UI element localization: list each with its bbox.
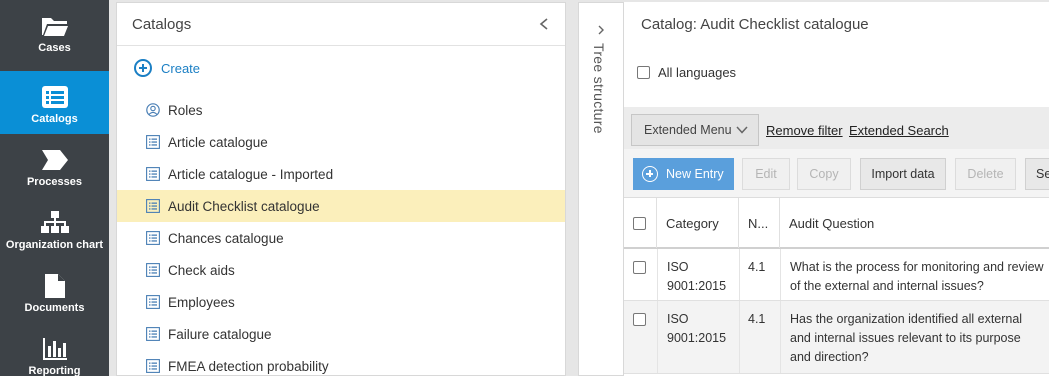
catalog-item-label: Chances catalogue [168,230,284,246]
nav-label-catalogs: Catalogs [31,113,78,125]
chevron-down-icon [736,126,748,134]
catalog-item-label: Article catalogue - Imported [168,166,334,182]
nav-item-organization-chart[interactable]: Organization chart [0,197,109,260]
tree-structure-toggle[interactable]: Tree structure [578,2,624,376]
catalog-item-article-catalogue-imported[interactable]: Article catalogue - Imported [117,158,565,190]
extended-menu-label: Extended Menu [644,123,732,137]
import-data-button[interactable]: Import data [860,158,946,190]
nav-item-reporting[interactable]: Reporting [0,323,109,376]
tree-structure-label: Tree structure [591,43,607,134]
collapse-left-icon[interactable] [538,17,550,31]
column-divider [739,249,740,300]
new-entry-button[interactable]: New Entry [633,158,734,190]
select-all-checkbox[interactable] [633,216,646,230]
catalog-item-chances-catalogue[interactable]: Chances catalogue [117,222,565,254]
column-header-audit-question[interactable]: Audit Question [780,198,1049,248]
cell-number: 4.1 [748,312,766,326]
select-all-header[interactable] [624,198,657,248]
catalog-list-icon [146,231,160,245]
column-divider [780,301,781,373]
row-checkbox[interactable] [633,261,646,274]
cell-audit-question: Has the organization identified all exte… [790,312,1023,364]
list-icon [41,86,68,108]
extended-search-link[interactable]: Extended Search [849,123,949,138]
cell-audit-question: What is the process for monitoring and r… [790,260,1044,293]
column-divider [657,249,658,300]
catalogs-panel: Catalogs Create Roles Article catalogue … [116,2,566,376]
catalog-item-label: Roles [168,102,203,118]
nav-label-reporting: Reporting [28,365,81,376]
nav-label-organization-chart: Organization chart [5,239,104,251]
catalog-item-employees[interactable]: Employees [117,286,565,318]
catalog-item-label: FMEA detection probability [168,358,329,374]
divider [117,45,565,46]
cell-category: ISO 9001:2015 [667,260,727,293]
catalog-list-icon [146,359,160,373]
catalog-item-label: Article catalogue [168,134,268,150]
all-languages-label: All languages [658,65,737,80]
all-languages-checkbox[interactable]: All languages [637,65,736,80]
cell-number: 4.1 [748,260,766,274]
document-icon [44,274,65,298]
nav-item-catalogs[interactable]: Catalogs [0,71,109,134]
org-chart-icon [40,211,69,233]
catalog-item-label: Failure catalogue [168,326,272,342]
catalog-title: Catalog: Audit Checklist catalogue [641,16,869,33]
catalog-item-audit-checklist-catalogue[interactable]: Audit Checklist catalogue [117,190,565,222]
edit-button[interactable]: Edit [742,158,790,190]
column-divider [739,301,740,373]
catalog-item-article-catalogue[interactable]: Article catalogue [117,126,565,158]
catalog-item-label: Audit Checklist catalogue [168,198,320,214]
action-toolbar: New Entry Edit Copy Import data Delete S… [624,149,1049,197]
app-window: Cases Catalogs Processes Organization ch… [0,0,1049,376]
new-entry-label: New Entry [666,167,724,181]
more-actions-button[interactable]: Se [1025,158,1049,190]
table-row[interactable]: ISO 9001:2015 4.1 What is the process fo… [624,249,1049,301]
catalog-item-failure-catalogue[interactable]: Failure catalogue [117,318,565,350]
plus-circle-icon [134,59,152,77]
create-button[interactable]: Create [134,59,200,77]
remove-filter-link[interactable]: Remove filter [766,123,843,138]
catalog-list-icon [146,295,160,309]
catalog-item-check-aids[interactable]: Check aids [117,254,565,286]
catalog-list-icon [146,263,160,277]
main-nav: Cases Catalogs Processes Organization ch… [0,0,109,376]
catalog-item-label: Check aids [168,262,235,278]
copy-button[interactable]: Copy [797,158,851,190]
column-header-category[interactable]: Category [657,198,739,248]
row-checkbox[interactable] [633,313,646,326]
nav-item-processes[interactable]: Processes [0,134,109,197]
extended-menu-dropdown[interactable]: Extended Menu [631,114,759,146]
column-header-number[interactable]: N... [739,198,780,248]
nav-item-documents[interactable]: Documents [0,260,109,323]
expand-right-icon [598,25,604,35]
process-arrow-icon [41,150,68,170]
catalog-item-roles[interactable]: Roles [117,94,565,126]
delete-button[interactable]: Delete [955,158,1016,190]
bar-chart-icon [42,338,67,360]
nav-label-documents: Documents [24,302,85,314]
table-row[interactable]: ISO 9001:2015 4.1 Has the organization i… [624,301,1049,374]
catalog-list-icon [146,327,160,341]
catalog-list-icon [146,167,160,181]
folder-icon [41,18,68,36]
catalog-list-icon [146,135,160,149]
user-circle-icon [146,103,160,117]
create-label: Create [161,60,201,76]
column-divider [780,249,781,300]
nav-label-processes: Processes [26,176,83,188]
checkbox[interactable] [637,66,650,79]
plus-circle-icon [642,166,658,182]
catalog-item-fmea-detection-probability[interactable]: FMEA detection probability [117,350,565,376]
catalog-detail-panel: Catalog: Audit Checklist catalogue All l… [624,2,1049,376]
catalog-item-label: Employees [168,294,235,310]
table-header: Category N... Audit Question [624,197,1049,249]
cell-category: ISO 9001:2015 [667,312,727,345]
column-divider [657,301,658,373]
filter-toolbar: Extended Menu Remove filter Extended Sea… [624,107,1049,149]
nav-item-cases[interactable]: Cases [0,0,109,63]
catalogs-title: Catalogs [132,16,192,33]
nav-label-cases: Cases [38,42,71,54]
catalog-list-icon [146,199,160,213]
